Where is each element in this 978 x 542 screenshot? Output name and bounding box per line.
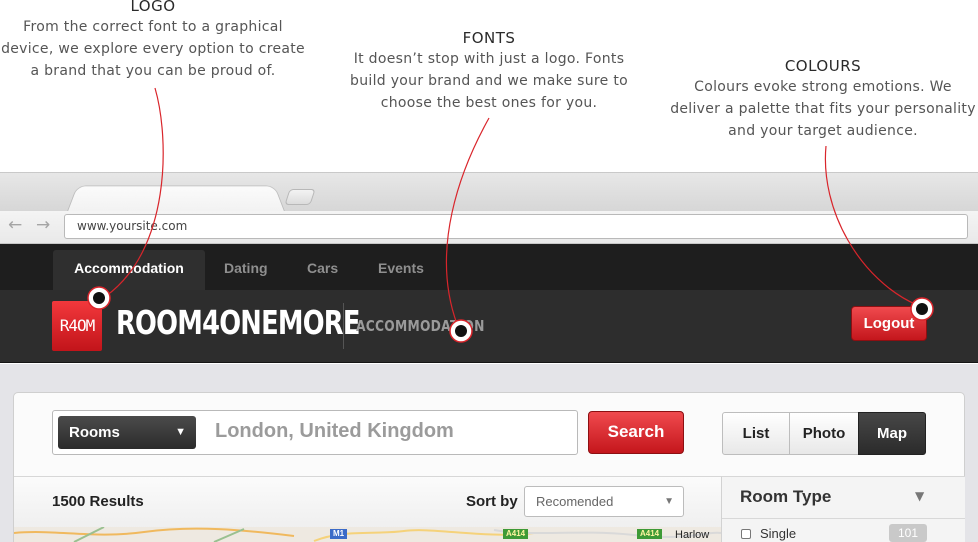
colours-callout-title: COLOURS: [784, 57, 862, 75]
brand-name: ROOM4ONEMORE: [116, 303, 360, 342]
section-name: ACCOMMODATION: [356, 317, 485, 335]
filter-option-label[interactable]: Single: [760, 526, 796, 541]
sort-select-value: Recomended: [536, 494, 614, 509]
colours-callout: COLOURS Colours evoke strong emotions. W…: [668, 56, 978, 142]
sort-select[interactable]: Recomended ▼: [524, 486, 684, 517]
tab-events[interactable]: Events: [378, 250, 424, 290]
back-arrow-icon[interactable]: ←: [8, 215, 22, 235]
forward-arrow-icon[interactable]: →: [36, 215, 50, 235]
fonts-callout-text: It doesn’t stop with just a logo. Fonts …: [350, 51, 628, 111]
logo-callout-text: From the correct font to a graphical dev…: [1, 19, 305, 79]
map-road-badge: A414: [637, 529, 663, 539]
logo-callout: LOGO From the correct font to a graphica…: [0, 0, 306, 82]
tab-dating[interactable]: Dating: [224, 250, 268, 290]
tab-cars[interactable]: Cars: [307, 250, 338, 290]
logout-button[interactable]: Logout: [851, 306, 927, 341]
category-select[interactable]: Rooms ▼: [58, 416, 196, 449]
fonts-callout: FONTS It doesn’t stop with just a logo. …: [340, 28, 638, 114]
filter-divider: [722, 518, 965, 519]
view-map-button[interactable]: Map: [858, 412, 926, 455]
logo[interactable]: R4OM: [52, 301, 102, 351]
view-photo-button[interactable]: Photo: [789, 412, 859, 455]
caret-down-icon[interactable]: ▼: [915, 489, 924, 503]
view-list-button[interactable]: List: [722, 412, 790, 455]
filter-checkbox-single[interactable]: [741, 529, 751, 539]
filter-sidebar: [721, 476, 965, 542]
results-count: 1500 Results: [52, 493, 144, 510]
map-roads: [14, 527, 721, 542]
caret-down-icon: ▼: [175, 426, 186, 438]
tab-accommodation[interactable]: Accommodation: [53, 250, 205, 290]
category-select-value: Rooms: [69, 424, 120, 441]
caret-down-icon: ▼: [664, 496, 674, 507]
filter-count-badge: 101: [889, 524, 927, 542]
search-input[interactable]: London, United Kingdom: [215, 420, 454, 443]
fonts-callout-title: FONTS: [462, 29, 516, 47]
filter-title[interactable]: Room Type: [740, 487, 831, 507]
search-button[interactable]: Search: [588, 411, 684, 454]
logo-callout-title: LOGO: [130, 0, 176, 15]
browser-tab[interactable]: [66, 185, 286, 214]
brand-divider: [343, 303, 344, 349]
sort-by-label: Sort by: [466, 493, 518, 510]
map-town-label: Harlow: [675, 529, 710, 541]
colours-callout-text: Colours evoke strong emotions. We delive…: [670, 79, 976, 139]
address-bar[interactable]: www.yoursite.com: [64, 214, 968, 239]
map[interactable]: [14, 527, 721, 542]
map-road-badge: M1: [330, 529, 348, 539]
map-road-badge: A414: [503, 529, 529, 539]
stage: LOGO From the correct font to a graphica…: [0, 0, 978, 542]
